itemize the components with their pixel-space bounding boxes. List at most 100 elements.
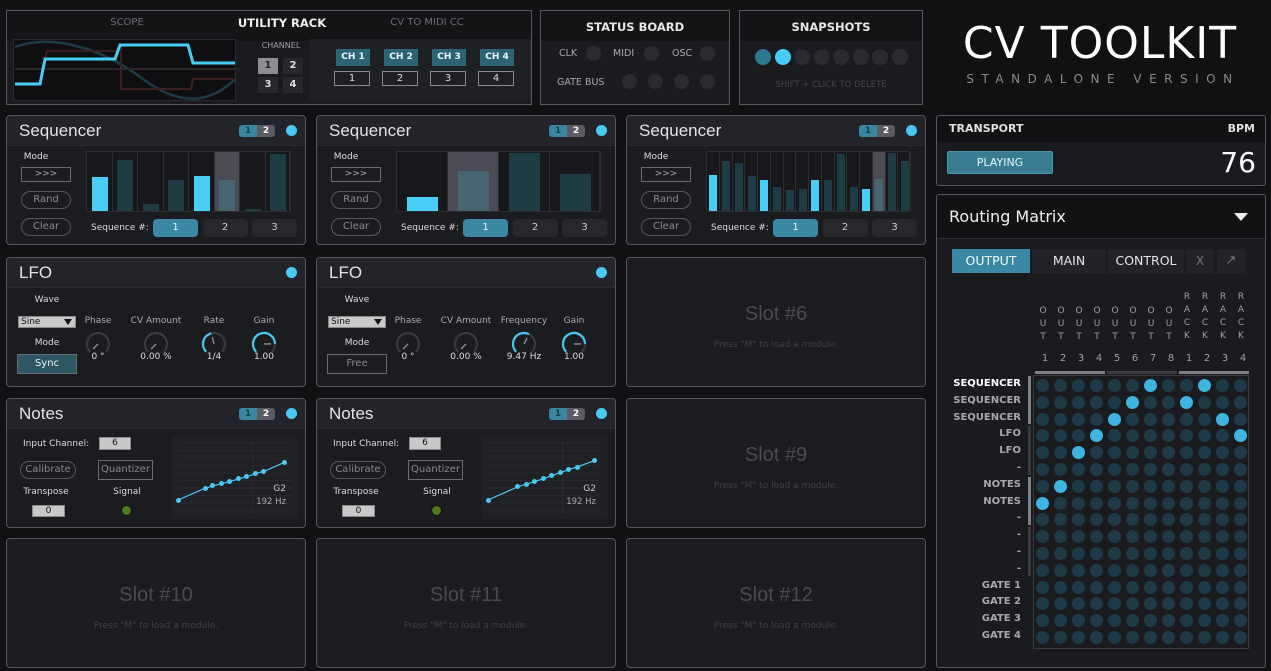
- step-bar[interactable]: [836, 153, 845, 211]
- matrix-node[interactable]: [1108, 379, 1121, 392]
- sequence-button-3[interactable]: 3: [562, 219, 607, 237]
- matrix-node[interactable]: [1054, 463, 1067, 476]
- snapshot-slot-1[interactable]: [755, 49, 771, 65]
- routing-tab-control[interactable]: CONTROL: [1108, 249, 1184, 273]
- step-bar[interactable]: [849, 186, 858, 211]
- calibrate-button[interactable]: Calibrate: [20, 461, 76, 479]
- matrix-node[interactable]: [1180, 496, 1193, 510]
- rand-button[interactable]: Rand: [21, 191, 71, 209]
- calibrate-button[interactable]: Calibrate: [330, 461, 386, 479]
- page-1-button[interactable]: 1: [859, 125, 877, 137]
- matrix-node[interactable]: [1054, 479, 1067, 493]
- matrix-node[interactable]: [1072, 547, 1085, 560]
- clear-button[interactable]: Clear: [21, 218, 71, 236]
- matrix-node[interactable]: [1054, 563, 1067, 577]
- sequence-button-1[interactable]: 1: [463, 219, 508, 237]
- matrix-node[interactable]: [1144, 395, 1157, 409]
- step-bar[interactable]: [798, 188, 807, 211]
- step-bar[interactable]: [142, 203, 159, 211]
- sequence-button-2[interactable]: 2: [822, 219, 868, 237]
- matrix-node[interactable]: [1126, 463, 1139, 476]
- matrix-node[interactable]: [1072, 395, 1085, 409]
- matrix-node[interactable]: [1090, 631, 1103, 644]
- matrix-node[interactable]: [1126, 547, 1139, 560]
- rand-button[interactable]: Rand: [331, 191, 381, 209]
- channel-button-3[interactable]: 3: [258, 77, 278, 93]
- matrix-node[interactable]: [1108, 563, 1121, 577]
- step-bar[interactable]: [811, 179, 820, 211]
- step-bar[interactable]: [709, 175, 718, 211]
- matrix-node[interactable]: [1144, 547, 1157, 560]
- transpose-field[interactable]: 0: [32, 505, 65, 517]
- page-2-button[interactable]: 2: [567, 408, 585, 420]
- snapshot-slot-2[interactable]: [774, 49, 791, 65]
- page-1-button[interactable]: 1: [549, 125, 567, 137]
- mode-select[interactable]: >>>: [21, 167, 71, 182]
- step-bar[interactable]: [406, 197, 439, 211]
- snapshot-slot-6[interactable]: [852, 49, 869, 65]
- channel-button-4[interactable]: 4: [283, 77, 303, 93]
- matrix-node[interactable]: [1162, 563, 1175, 577]
- input-channel-field[interactable]: 6: [99, 437, 131, 450]
- step-bar[interactable]: [785, 189, 794, 211]
- quantizer-button[interactable]: Quantizer: [408, 460, 463, 480]
- matrix-node[interactable]: [1144, 479, 1157, 493]
- matrix-node[interactable]: [1108, 631, 1121, 644]
- matrix-node[interactable]: [1090, 580, 1103, 594]
- matrix-node[interactable]: [1144, 412, 1157, 426]
- step-bar[interactable]: [734, 163, 743, 211]
- matrix-node[interactable]: [1126, 412, 1139, 426]
- bpm-value[interactable]: 76: [1220, 146, 1256, 179]
- matrix-node[interactable]: [1108, 580, 1121, 594]
- expand-icon[interactable]: ↗: [1217, 249, 1245, 273]
- step-bar[interactable]: [219, 180, 236, 211]
- matrix-node[interactable]: [1216, 479, 1229, 493]
- page-selector[interactable]: 12: [549, 408, 585, 420]
- close-routing-button[interactable]: X: [1186, 249, 1214, 273]
- input-channel-field[interactable]: 6: [409, 437, 441, 450]
- sequence-button-1[interactable]: 1: [773, 219, 818, 237]
- mode-select[interactable]: >>>: [641, 167, 691, 182]
- snapshot-slot-5[interactable]: [833, 49, 849, 65]
- page-selector[interactable]: 12: [239, 125, 275, 137]
- matrix-node[interactable]: [1126, 631, 1139, 644]
- playing-button[interactable]: PLAYING: [947, 151, 1053, 174]
- step-bar[interactable]: [887, 153, 896, 211]
- matrix-node[interactable]: [1162, 479, 1175, 493]
- matrix-node[interactable]: [1198, 631, 1211, 644]
- step-bar[interactable]: [559, 174, 592, 211]
- cc-channel-label-2[interactable]: CH 2: [384, 49, 418, 66]
- matrix-node[interactable]: [1198, 479, 1211, 493]
- matrix-node[interactable]: [1054, 580, 1067, 594]
- matrix-node[interactable]: [1072, 496, 1085, 510]
- matrix-node[interactable]: [1126, 496, 1139, 510]
- cc-channel-input-1[interactable]: 1: [334, 71, 370, 86]
- step-bar[interactable]: [722, 160, 731, 211]
- matrix-node[interactable]: [1144, 563, 1157, 577]
- sequence-button-1[interactable]: 1: [153, 219, 198, 237]
- snapshot-slot-4[interactable]: [813, 49, 830, 65]
- cc-channel-label-1[interactable]: CH 1: [336, 49, 370, 66]
- matrix-node[interactable]: [1072, 631, 1085, 644]
- page-2-button[interactable]: 2: [877, 125, 895, 137]
- clear-button[interactable]: Clear: [641, 218, 691, 236]
- matrix-node[interactable]: [1234, 631, 1247, 644]
- matrix-node[interactable]: [1234, 412, 1247, 426]
- matrix-node[interactable]: [1072, 479, 1085, 493]
- matrix-node[interactable]: [1144, 496, 1157, 510]
- step-bar[interactable]: [773, 186, 782, 211]
- snapshot-slot-7[interactable]: [872, 49, 888, 65]
- matrix-node[interactable]: [1198, 580, 1211, 594]
- step-bar[interactable]: [747, 176, 756, 211]
- matrix-node[interactable]: [1234, 580, 1247, 594]
- step-column[interactable]: [138, 152, 164, 211]
- matrix-node[interactable]: [1180, 463, 1193, 476]
- matrix-node[interactable]: [1090, 463, 1103, 476]
- matrix-node[interactable]: [1162, 580, 1175, 594]
- matrix-node[interactable]: [1072, 463, 1085, 476]
- matrix-node[interactable]: [1090, 395, 1103, 409]
- matrix-node[interactable]: [1108, 496, 1121, 510]
- routing-tab-main[interactable]: MAIN: [1032, 249, 1106, 273]
- page-2-button[interactable]: 2: [257, 125, 275, 137]
- page-selector[interactable]: 12: [549, 125, 585, 137]
